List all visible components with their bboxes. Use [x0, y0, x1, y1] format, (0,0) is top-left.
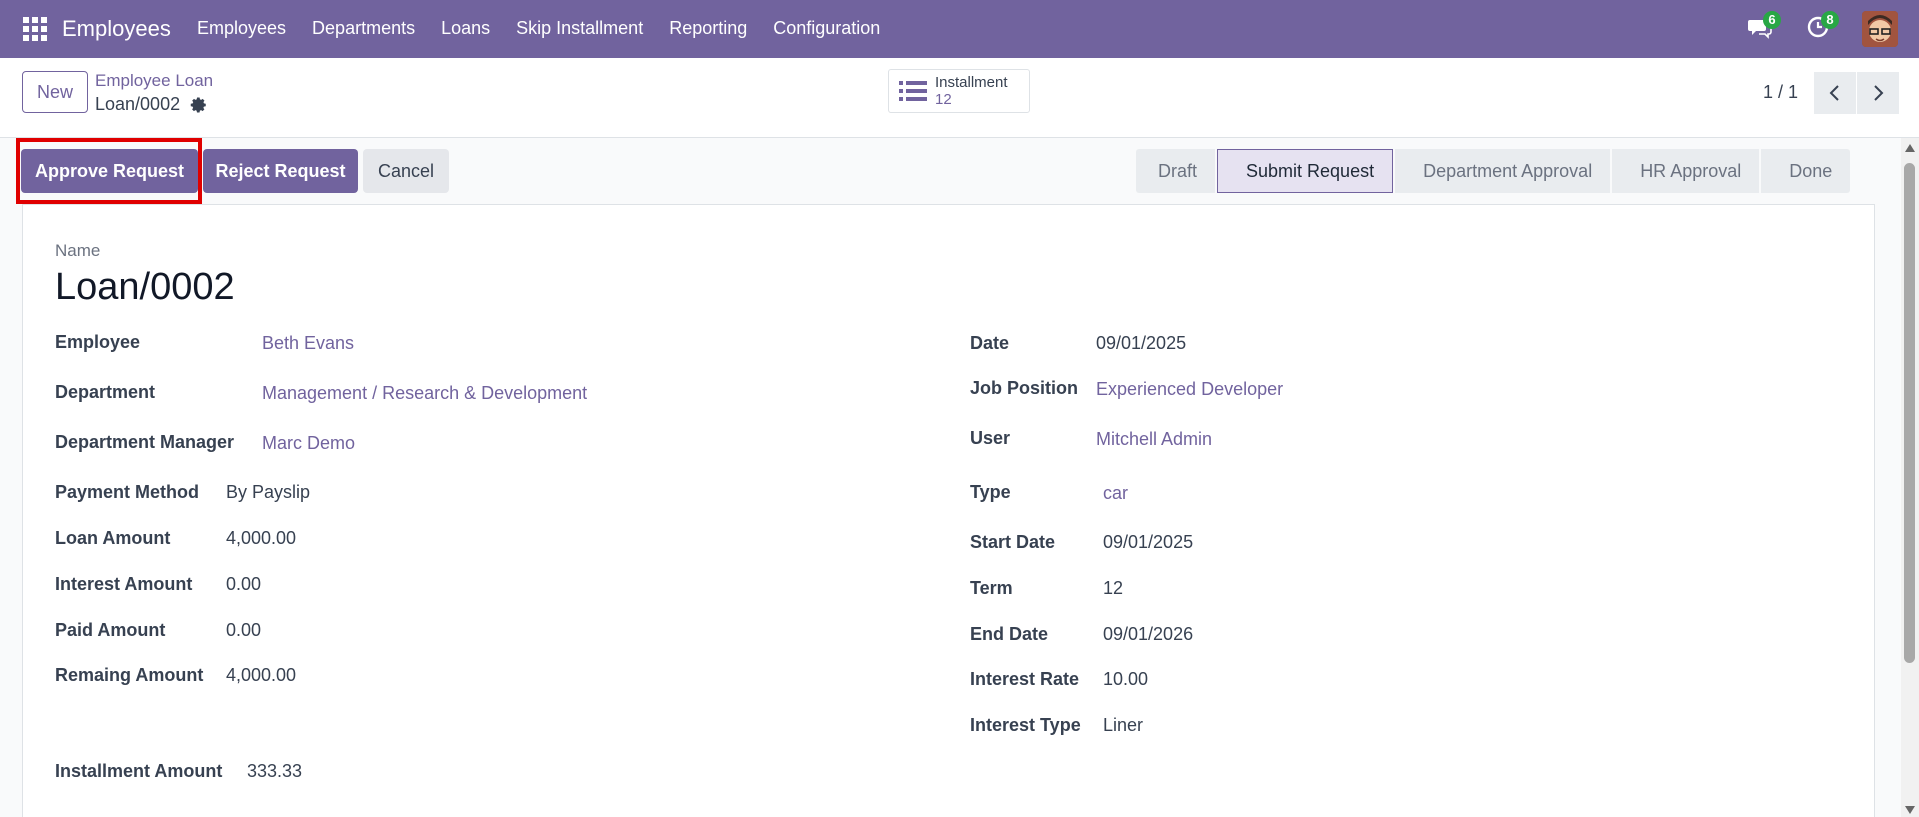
date-label: Date	[970, 333, 1010, 353]
chevron-right-icon	[1874, 85, 1884, 101]
chevron-left-icon	[1829, 85, 1839, 101]
user-label: User	[970, 428, 1011, 448]
menu-reporting[interactable]: Reporting	[669, 18, 747, 39]
paid-amount-field[interactable]: 0.00	[226, 620, 261, 641]
pager-prev-button[interactable]	[1814, 72, 1856, 114]
main-menu: Employees Departments Loans Skip Install…	[197, 18, 906, 39]
interest-type-field[interactable]: Liner	[1103, 715, 1143, 736]
department-field[interactable]: Management / Research & Development	[262, 383, 587, 404]
form-sheet	[22, 204, 1875, 817]
date-field[interactable]: 09/01/2025	[1096, 333, 1186, 354]
type-field[interactable]: car	[1103, 483, 1128, 504]
cancel-button[interactable]: Cancel	[363, 149, 449, 193]
term-field[interactable]: 12	[1103, 578, 1123, 599]
job-position-field[interactable]: Experienced Developer	[1096, 379, 1283, 400]
menu-skip-installment[interactable]: Skip Installment	[516, 18, 643, 39]
department-label: Department	[55, 382, 156, 402]
payment-method-field[interactable]: By Payslip	[226, 482, 310, 503]
interest-amount-label: Interest Amount	[55, 574, 193, 594]
highlight-box	[16, 138, 202, 204]
status-bar: Draft Submit Request Department Approval…	[1136, 149, 1852, 193]
app-brand[interactable]: Employees	[62, 16, 171, 42]
paid-amount-label: Paid Amount	[55, 620, 166, 640]
apps-grid-icon[interactable]	[23, 17, 47, 41]
stage-submit-request[interactable]: Submit Request	[1217, 149, 1394, 193]
activity-clock-icon[interactable]: 8	[1807, 11, 1839, 40]
stage-done[interactable]: Done	[1761, 149, 1851, 193]
breadcrumb-parent[interactable]: Employee Loan	[95, 71, 213, 91]
user-avatar[interactable]	[1862, 11, 1898, 47]
interest-rate-label: Interest Rate	[970, 669, 1080, 689]
job-position-label: Job Position	[970, 378, 1078, 398]
breadcrumb-current-label: Loan/0002	[95, 94, 181, 114]
term-label: Term	[970, 578, 1013, 598]
stage-draft[interactable]: Draft	[1136, 149, 1216, 193]
menu-employees[interactable]: Employees	[197, 18, 286, 39]
stage-department-approval[interactable]: Department Approval	[1395, 149, 1611, 193]
reject-request-button[interactable]: Reject Request	[203, 149, 358, 193]
remaining-amount-label: Remaing Amount	[55, 665, 204, 685]
installment-label: Installment	[935, 74, 1008, 91]
gear-icon[interactable]	[190, 96, 208, 114]
installment-amount-field[interactable]: 333.33	[247, 761, 302, 782]
type-label: Type	[970, 482, 1011, 502]
scroll-up-arrow-icon[interactable]	[1905, 144, 1915, 152]
manager-field[interactable]: Marc Demo	[262, 433, 355, 454]
pager-next-button[interactable]	[1857, 72, 1899, 114]
chat-icon[interactable]: 6	[1748, 11, 1781, 39]
installment-count: 12	[935, 91, 952, 108]
control-panel: New Employee Loan Loan/0002 Installment …	[0, 58, 1919, 138]
end-date-label: End Date	[970, 624, 1049, 644]
list-icon	[899, 81, 927, 101]
installment-smart-button[interactable]: Installment 12	[888, 69, 1030, 113]
activity-count-badge: 8	[1821, 11, 1839, 29]
menu-configuration[interactable]: Configuration	[773, 18, 880, 39]
employee-field[interactable]: Beth Evans	[262, 333, 354, 354]
end-date-field[interactable]: 09/01/2026	[1103, 624, 1193, 645]
remaining-amount-field[interactable]: 4,000.00	[226, 665, 296, 686]
interest-amount-field[interactable]: 0.00	[226, 574, 261, 595]
pager-value[interactable]: 1 / 1	[1763, 82, 1798, 103]
name-label: Name	[55, 241, 101, 260]
start-date-field[interactable]: 09/01/2025	[1103, 532, 1193, 553]
employee-label: Employee	[55, 332, 141, 352]
menu-departments[interactable]: Departments	[312, 18, 415, 39]
loan-amount-label: Loan Amount	[55, 528, 171, 548]
breadcrumb-current: Loan/0002	[95, 94, 208, 115]
scroll-down-arrow-icon[interactable]	[1905, 806, 1915, 814]
menu-loans[interactable]: Loans	[441, 18, 490, 39]
user-field[interactable]: Mitchell Admin	[1096, 429, 1212, 450]
stage-hr-approval[interactable]: HR Approval	[1612, 149, 1760, 193]
interest-rate-field[interactable]: 10.00	[1103, 669, 1148, 690]
installment-amount-label: Installment Amount	[55, 761, 223, 781]
interest-type-label: Interest Type	[970, 715, 1081, 735]
name-value[interactable]: Loan/0002	[55, 266, 235, 309]
chat-count-badge: 6	[1763, 11, 1781, 29]
loan-amount-field[interactable]: 4,000.00	[226, 528, 296, 549]
scrollbar-thumb[interactable]	[1904, 163, 1915, 663]
manager-label: Department Manager	[55, 432, 235, 452]
payment-method-label: Payment Method	[55, 482, 200, 502]
new-button[interactable]: New	[22, 71, 88, 113]
start-date-label: Start Date	[970, 532, 1056, 552]
top-navbar: Employees Employees Departments Loans Sk…	[0, 0, 1919, 58]
